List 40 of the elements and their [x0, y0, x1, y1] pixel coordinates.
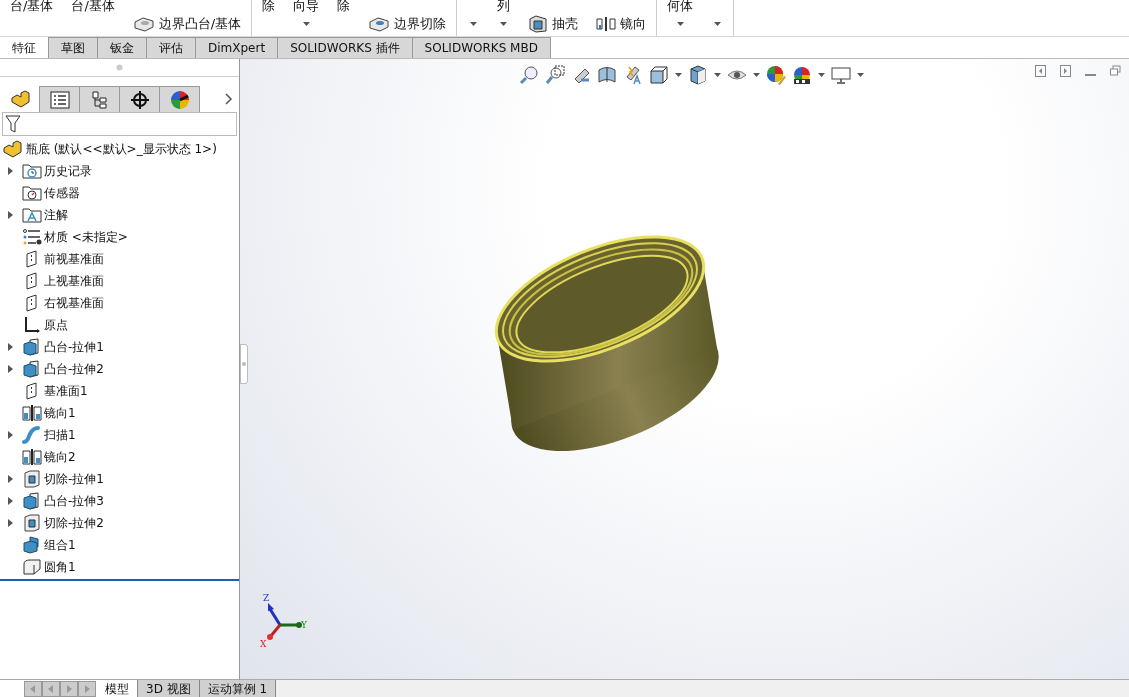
model-tab[interactable]: 3D 视图: [138, 680, 200, 697]
tree-item[interactable]: 基准面1: [44, 382, 88, 400]
ribbon-button-label[interactable]: 向导: [293, 0, 320, 14]
tree-item[interactable]: 前视基准面: [44, 250, 104, 268]
tree-item[interactable]: 凸台-拉伸1: [44, 338, 104, 356]
tree-item[interactable]: 圆角1: [44, 558, 76, 576]
tree-item[interactable]: 组合1: [44, 536, 76, 554]
ribbon-button-label[interactable]: 除: [262, 0, 276, 14]
ribbon-button-label[interactable]: 台/基体: [10, 0, 54, 14]
axis-triad-drawing: Z Y X: [260, 589, 310, 649]
tree-item[interactable]: 凸台-拉伸3: [44, 492, 104, 510]
ribbon-button[interactable]: 抽壳: [528, 14, 579, 34]
tree-item[interactable]: 注解: [44, 206, 68, 224]
ribbon-button[interactable]: 边界切除: [368, 14, 447, 34]
tree-item[interactable]: 切除-拉伸2: [44, 514, 104, 532]
model-tab[interactable]: 运动算例 1: [199, 680, 277, 697]
part-name[interactable]: 瓶底 (默认<<默认>_显示状态 1>): [26, 140, 217, 158]
command-tab[interactable]: SOLIDWORKS 插件: [278, 37, 413, 58]
ribbon-button[interactable]: 边界凸台/基体: [132, 14, 242, 34]
tree-item[interactable]: 右视基准面: [44, 294, 104, 312]
tree-item[interactable]: 材质 <未指定>: [44, 228, 128, 246]
tree-item[interactable]: 切除-拉伸1: [44, 470, 104, 488]
tree-item[interactable]: 镜向2: [44, 448, 76, 466]
tree-item[interactable]: 扫描1: [44, 426, 76, 444]
tree-item[interactable]: 历史记录: [44, 162, 92, 180]
tree-item[interactable]: 凸台-拉伸2: [44, 360, 104, 378]
command-tab[interactable]: DimXpert: [196, 37, 279, 58]
tree-item[interactable]: 传感器: [44, 184, 80, 202]
command-tab[interactable]: 钣金: [98, 37, 147, 58]
tree-item[interactable]: 原点: [44, 316, 68, 334]
tree-item[interactable]: 上视基准面: [44, 272, 104, 290]
ribbon-button-label[interactable]: 何体: [667, 0, 694, 14]
ribbon-button-label[interactable]: 列: [497, 0, 511, 14]
tree-item[interactable]: 镜向1: [44, 404, 76, 422]
ribbon-button[interactable]: 镜向: [596, 14, 647, 34]
ribbon-button-label[interactable]: 台/基体: [71, 0, 115, 14]
command-tab[interactable]: SOLIDWORKS MBD: [412, 37, 551, 58]
command-tab[interactable]: 评估: [147, 37, 196, 58]
command-tab[interactable]: 草图: [49, 37, 98, 58]
ribbon-button-label[interactable]: 除: [337, 0, 351, 14]
